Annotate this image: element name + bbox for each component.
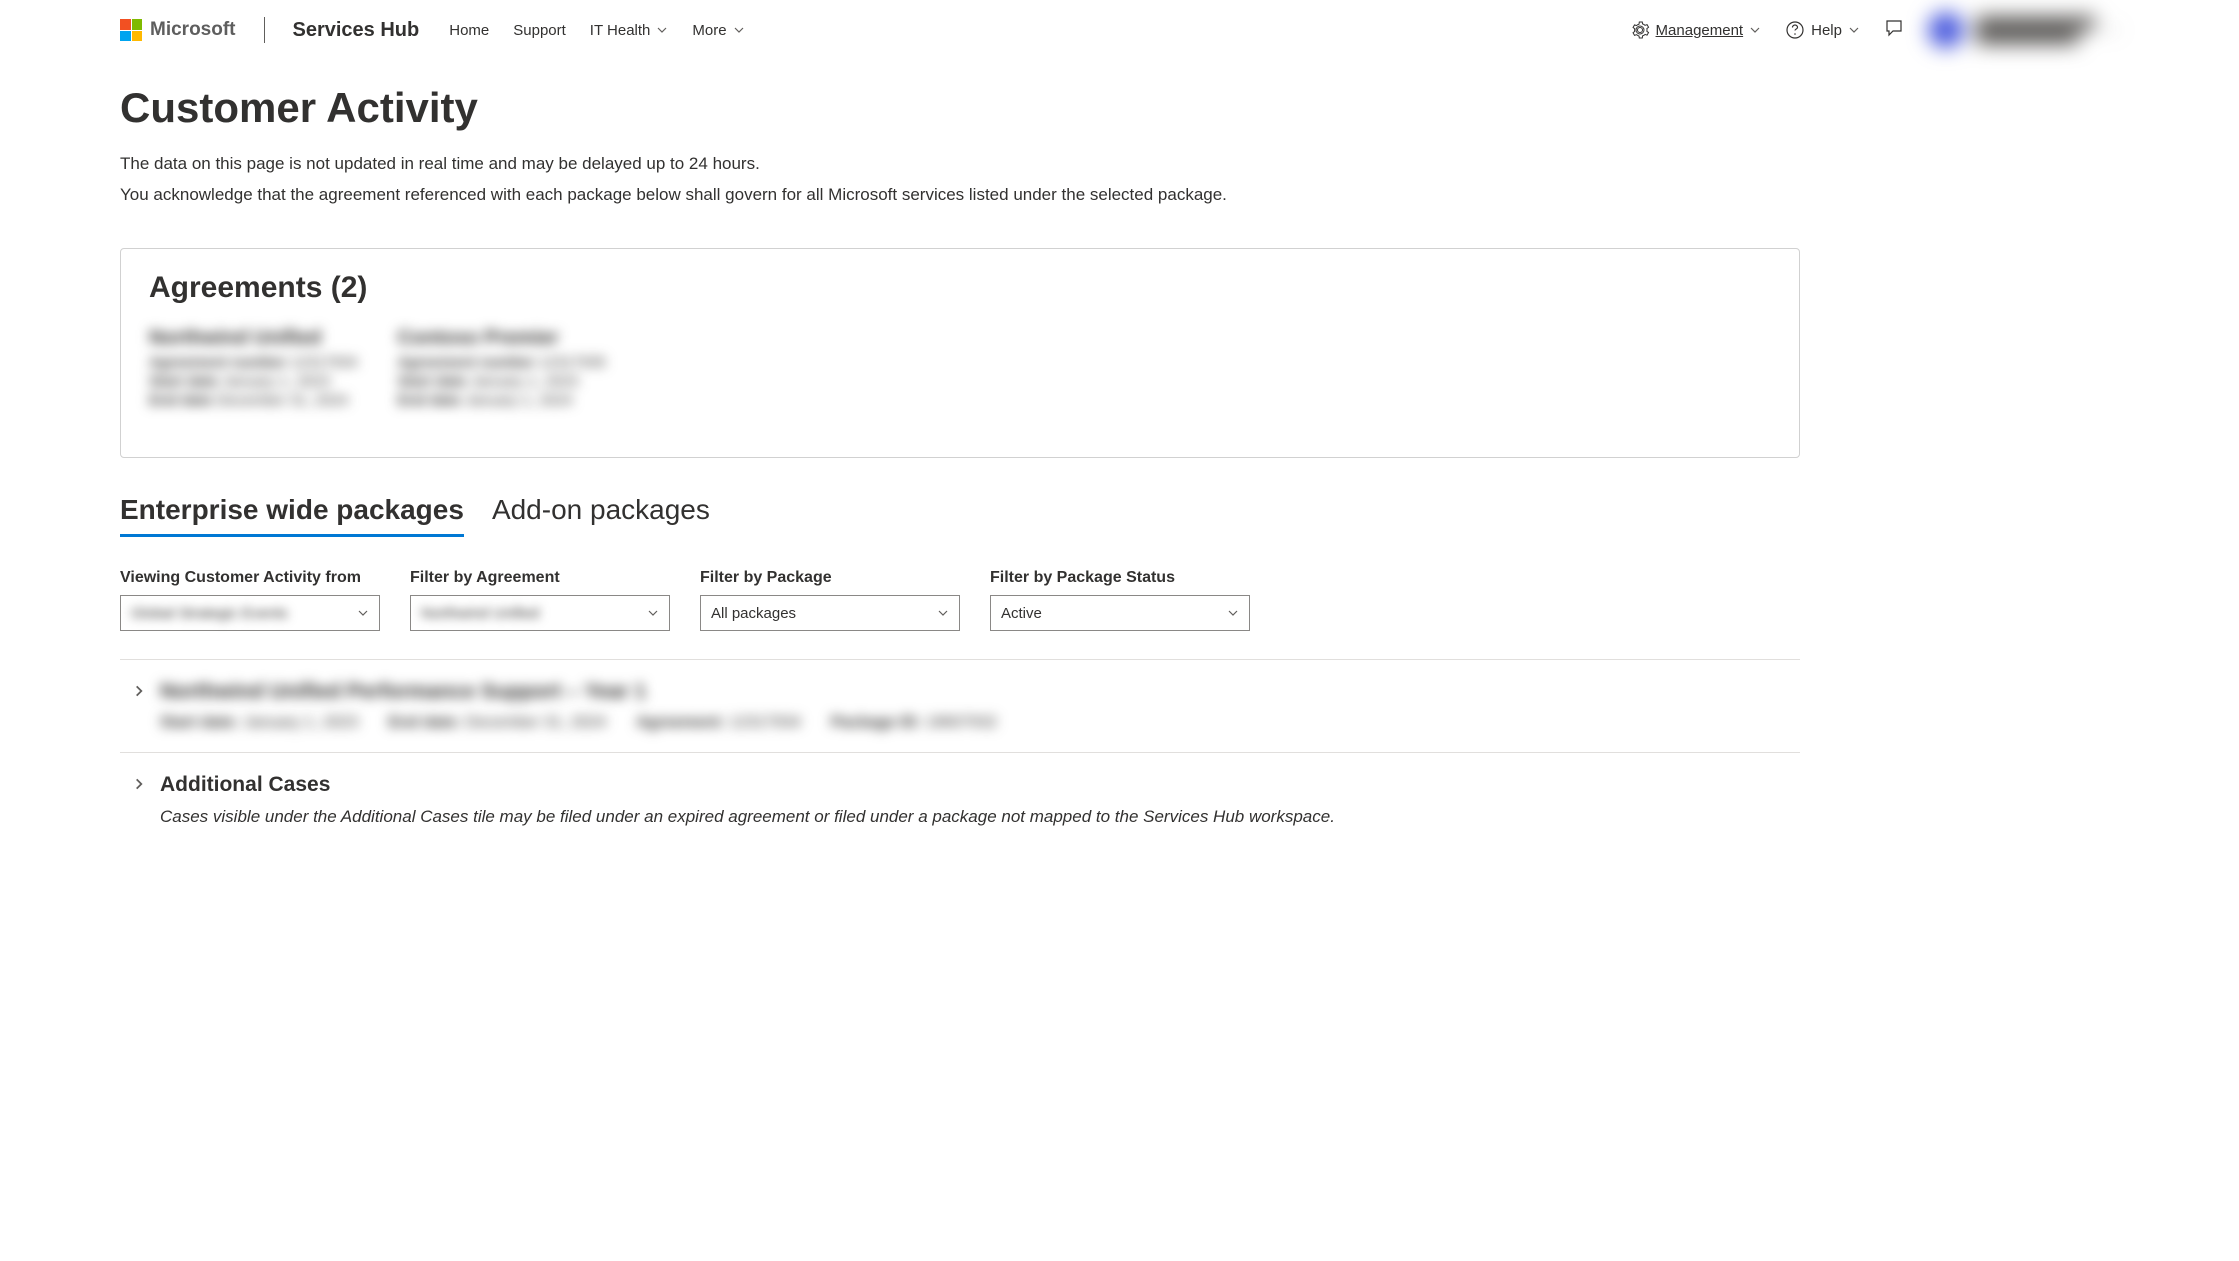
profile-menu[interactable]: ██████████████ ████████████ bbox=[1928, 12, 2119, 48]
nav-home[interactable]: Home bbox=[449, 22, 489, 39]
filter-package: Filter by Package All packages bbox=[700, 569, 960, 631]
agreements-list: Northwind Unified Agreement number 12317… bbox=[149, 327, 1771, 409]
filter-viewing: Viewing Customer Activity from Global St… bbox=[120, 569, 380, 631]
chevron-down-icon bbox=[1749, 24, 1761, 36]
microsoft-logo-icon bbox=[120, 19, 142, 41]
filter-agreement-dropdown[interactable]: Northwind Unified bbox=[410, 595, 670, 631]
agreements-card: Agreements (2) Northwind Unified Agreeme… bbox=[120, 248, 1800, 458]
chevron-right-icon bbox=[132, 684, 146, 698]
profile-text: ██████████████ ████████████ bbox=[1976, 16, 2095, 44]
chevron-down-icon bbox=[937, 607, 949, 619]
filter-viewing-label: Viewing Customer Activity from bbox=[120, 569, 380, 587]
chevron-down-icon bbox=[647, 607, 659, 619]
subtitle-1: The data on this page is not updated in … bbox=[120, 150, 1800, 177]
filter-status-dropdown[interactable]: Active bbox=[990, 595, 1250, 631]
filter-package-label: Filter by Package bbox=[700, 569, 960, 587]
feedback-button[interactable] bbox=[1884, 18, 1904, 43]
filters: Viewing Customer Activity from Global St… bbox=[120, 569, 1800, 631]
help-icon bbox=[1785, 20, 1805, 40]
filter-viewing-dropdown[interactable]: Global Strategic Events bbox=[120, 595, 380, 631]
package-list: Northwind Unified Performance Support – … bbox=[120, 659, 1800, 847]
logo-section: Microsoft Services Hub bbox=[120, 17, 419, 43]
header-right: Management Help ██████████████ █████████… bbox=[1630, 12, 2119, 48]
subtitle-2: You acknowledge that the agreement refer… bbox=[120, 181, 1800, 208]
package-title-additional: Additional Cases bbox=[160, 773, 1788, 797]
filter-agreement-label: Filter by Agreement bbox=[410, 569, 670, 587]
package-tabs: Enterprise wide packages Add-on packages bbox=[120, 494, 1800, 537]
header: Microsoft Services Hub Home Support IT H… bbox=[0, 0, 2239, 60]
package-row-additional[interactable]: Additional Cases Cases visible under the… bbox=[120, 753, 1800, 847]
agreement-item[interactable]: Northwind Unified Agreement number 12317… bbox=[149, 327, 357, 409]
brand-text: Microsoft bbox=[150, 19, 236, 41]
chevron-down-icon bbox=[656, 24, 668, 36]
nav-help[interactable]: Help bbox=[1785, 20, 1860, 40]
chevron-down-icon bbox=[733, 24, 745, 36]
package-row[interactable]: Northwind Unified Performance Support – … bbox=[120, 660, 1800, 753]
filter-agreement: Filter by Agreement Northwind Unified bbox=[410, 569, 670, 631]
package-content: Northwind Unified Performance Support – … bbox=[160, 680, 1788, 732]
nav-management-label: Management bbox=[1656, 22, 1744, 39]
filter-package-dropdown[interactable]: All packages bbox=[700, 595, 960, 631]
chevron-down-icon bbox=[1848, 24, 1860, 36]
microsoft-logo[interactable]: Microsoft bbox=[120, 19, 236, 41]
package-desc: Cases visible under the Additional Cases… bbox=[160, 807, 1788, 827]
app-name[interactable]: Services Hub bbox=[293, 19, 420, 42]
page-title: Customer Activity bbox=[120, 84, 1800, 132]
tab-enterprise[interactable]: Enterprise wide packages bbox=[120, 494, 464, 537]
avatar bbox=[1928, 12, 1964, 48]
agreement-item[interactable]: Contoso Premier Agreement number 1231793… bbox=[397, 327, 605, 409]
filter-status-label: Filter by Package Status bbox=[990, 569, 1250, 587]
nav-support[interactable]: Support bbox=[513, 22, 566, 39]
brand-divider bbox=[264, 17, 265, 43]
nav-it-health[interactable]: IT Health bbox=[590, 22, 669, 39]
chevron-down-icon bbox=[2107, 24, 2119, 36]
tab-addon[interactable]: Add-on packages bbox=[492, 494, 710, 537]
chevron-right-icon bbox=[132, 777, 146, 791]
gear-icon bbox=[1630, 20, 1650, 40]
package-title: Northwind Unified Performance Support – … bbox=[160, 680, 1788, 704]
nav-more-label: More bbox=[692, 22, 726, 39]
package-meta: Start date: January 1, 2023 End date: De… bbox=[160, 714, 1788, 732]
chevron-down-icon bbox=[357, 607, 369, 619]
nav-more[interactable]: More bbox=[692, 22, 744, 39]
nav-help-label: Help bbox=[1811, 22, 1842, 39]
filter-status: Filter by Package Status Active bbox=[990, 569, 1250, 631]
chevron-down-icon bbox=[1227, 607, 1239, 619]
nav-management[interactable]: Management bbox=[1630, 20, 1762, 40]
nav: Home Support IT Health More bbox=[449, 22, 744, 39]
feedback-icon bbox=[1884, 18, 1904, 38]
agreements-title: Agreements (2) bbox=[149, 271, 1771, 305]
nav-it-health-label: IT Health bbox=[590, 22, 651, 39]
package-content: Additional Cases Cases visible under the… bbox=[160, 773, 1788, 827]
